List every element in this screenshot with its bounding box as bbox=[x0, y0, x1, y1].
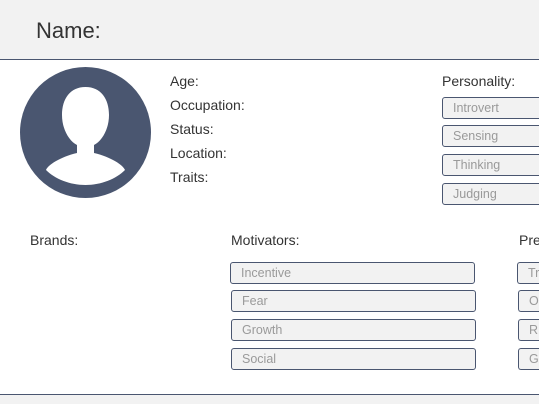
personality-judging[interactable]: Judging bbox=[442, 183, 539, 205]
motivator-fear[interactable]: Fear bbox=[231, 290, 476, 312]
personality-introvert[interactable]: Introvert bbox=[442, 97, 539, 119]
name-label: Name: bbox=[36, 18, 101, 43]
location-label: Location: bbox=[170, 145, 227, 161]
footer-bar bbox=[0, 394, 539, 404]
preferred-item-4[interactable]: G bbox=[518, 348, 539, 370]
motivator-growth[interactable]: Growth bbox=[231, 319, 476, 341]
user-silhouette-icon bbox=[20, 67, 151, 198]
status-label: Status: bbox=[170, 121, 214, 137]
motivator-incentive[interactable]: Incentive bbox=[230, 262, 475, 284]
personality-sensing[interactable]: Sensing bbox=[442, 125, 539, 147]
brands-label: Brands: bbox=[30, 232, 79, 248]
traits-label: Traits: bbox=[170, 169, 209, 185]
occupation-label: Occupation: bbox=[170, 97, 245, 113]
motivator-social[interactable]: Social bbox=[231, 348, 476, 370]
preferred-label: Pre bbox=[519, 232, 539, 248]
header-bar: Name: bbox=[0, 0, 539, 60]
preferred-item-3[interactable]: R bbox=[518, 319, 539, 341]
motivators-label: Motivators: bbox=[231, 232, 300, 248]
personality-label: Personality: bbox=[442, 73, 516, 89]
personality-thinking[interactable]: Thinking bbox=[442, 154, 539, 176]
age-label: Age: bbox=[170, 73, 199, 89]
preferred-item-2[interactable]: O bbox=[518, 290, 539, 312]
preferred-item-1[interactable]: Tr bbox=[517, 262, 539, 284]
